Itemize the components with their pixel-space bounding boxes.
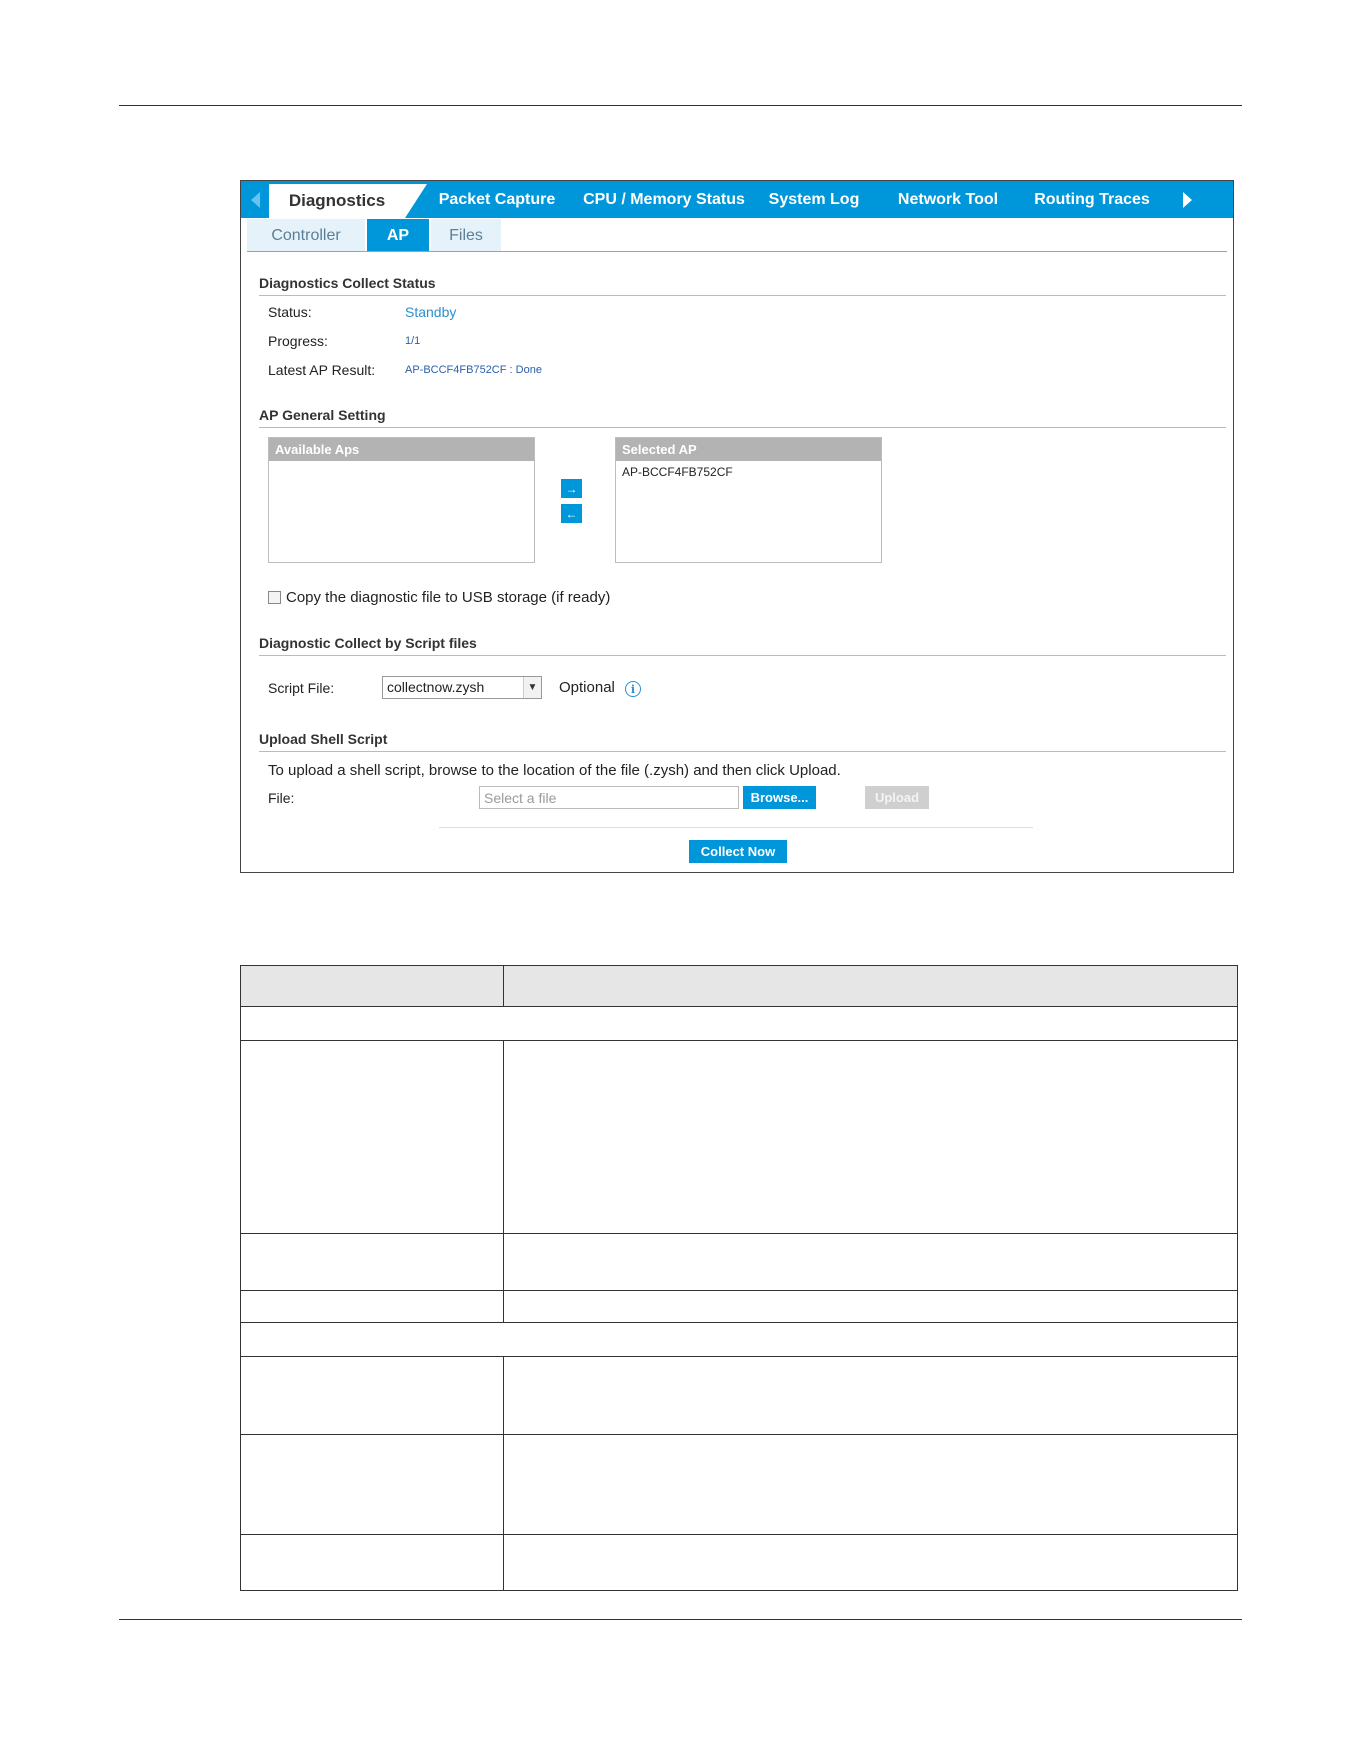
- section-divider: [259, 427, 1226, 428]
- available-aps-list[interactable]: Available Aps: [268, 437, 535, 563]
- status-label: Status:: [268, 304, 312, 320]
- table-cell: [240, 1290, 504, 1323]
- script-file-value: collectnow.zysh: [387, 679, 485, 695]
- table-cell: [240, 1534, 504, 1591]
- tab-network-tool[interactable]: Network Tool: [889, 181, 1007, 218]
- subtab-underline: [247, 251, 1227, 252]
- latest-ap-result-value: AP-BCCF4FB752CF : Done: [405, 364, 542, 376]
- table-section-row: [240, 1006, 1238, 1041]
- upload-instruction: To upload a shell script, browse to the …: [268, 762, 841, 779]
- table-cell: [503, 1233, 1238, 1291]
- diagnostics-window: Diagnostics Packet Capture CPU / Memory …: [240, 180, 1234, 873]
- table-cell: [503, 1040, 1238, 1234]
- table-cell: [240, 1233, 504, 1291]
- table-cell: [503, 1356, 1238, 1435]
- table-row: [240, 1040, 1238, 1234]
- table-cell: [503, 1290, 1238, 1323]
- page-footer-rule: [119, 1619, 1242, 1620]
- move-left-arrow-icon[interactable]: ←: [561, 504, 582, 523]
- upload-shell-title: Upload Shell Script: [259, 731, 388, 747]
- collect-status-title: Diagnostics Collect Status: [259, 275, 436, 291]
- selected-ap-header: Selected AP: [616, 438, 881, 461]
- table-cell: [240, 1040, 504, 1234]
- subtab-files[interactable]: Files: [431, 219, 501, 252]
- tab-packet-capture[interactable]: Packet Capture: [405, 181, 589, 218]
- file-input[interactable]: Select a file: [479, 786, 739, 809]
- table-row: [240, 1233, 1238, 1291]
- table-row: [240, 1534, 1238, 1591]
- tab-diagnostics[interactable]: Diagnostics: [269, 184, 427, 218]
- section-divider: [259, 655, 1226, 656]
- table-section-row: [240, 1322, 1238, 1357]
- table-header-cell: [240, 965, 504, 1007]
- optional-label: Optional: [559, 679, 615, 696]
- progress-value: 1/1: [405, 335, 421, 347]
- tab-routing-traces[interactable]: Routing Traces: [1007, 181, 1177, 218]
- tab-scroll-right-icon[interactable]: [1183, 191, 1192, 208]
- table-section-cell: [240, 1006, 1238, 1041]
- selected-ap-list[interactable]: Selected AP AP-BCCF4FB752CF: [615, 437, 882, 563]
- file-label: File:: [268, 790, 295, 806]
- tab-bar: Diagnostics Packet Capture CPU / Memory …: [241, 181, 1233, 218]
- script-file-label: Script File:: [268, 680, 335, 696]
- script-file-select[interactable]: collectnow.zysh ▼: [382, 676, 542, 699]
- tab-scroll-left-icon[interactable]: [241, 181, 269, 218]
- sub-tab-bar: Controller AP Files: [247, 219, 503, 252]
- tab-system-log[interactable]: System Log: [739, 181, 889, 218]
- table-row: [240, 1290, 1238, 1323]
- section-divider: [259, 295, 1226, 296]
- script-files-title: Diagnostic Collect by Script files: [259, 635, 477, 651]
- status-value: Standby: [405, 304, 457, 320]
- subtab-controller[interactable]: Controller: [247, 219, 365, 252]
- copy-usb-label: Copy the diagnostic file to USB storage …: [286, 589, 611, 606]
- available-aps-header: Available Aps: [269, 438, 534, 461]
- table-header-cell: [503, 965, 1238, 1007]
- field-description-table: [240, 965, 1238, 1591]
- footer-divider: [439, 827, 1033, 828]
- list-item[interactable]: AP-BCCF4FB752CF: [616, 461, 881, 483]
- page-header-rule: [119, 105, 1242, 106]
- progress-label: Progress:: [268, 333, 328, 349]
- table-cell: [503, 1534, 1238, 1591]
- table-row: [240, 1434, 1238, 1535]
- table-header-row: [240, 965, 1238, 1007]
- collect-now-button[interactable]: Collect Now: [689, 840, 787, 863]
- ap-general-title: AP General Setting: [259, 407, 386, 423]
- tab-cpu-memory-status[interactable]: CPU / Memory Status: [583, 181, 745, 218]
- browse-button[interactable]: Browse...: [743, 786, 816, 809]
- chevron-down-icon[interactable]: ▼: [523, 677, 541, 698]
- section-divider: [259, 751, 1226, 752]
- table-cell: [240, 1356, 504, 1435]
- table-section-cell: [240, 1322, 1238, 1357]
- info-icon[interactable]: i: [625, 681, 641, 697]
- table-row: [240, 1356, 1238, 1435]
- move-right-arrow-icon[interactable]: →: [561, 479, 582, 498]
- subtab-ap[interactable]: AP: [367, 219, 429, 252]
- table-cell: [240, 1434, 504, 1535]
- table-cell: [503, 1434, 1238, 1535]
- latest-ap-result-label: Latest AP Result:: [268, 362, 376, 378]
- copy-usb-checkbox[interactable]: [268, 591, 281, 604]
- upload-button[interactable]: Upload: [865, 786, 929, 809]
